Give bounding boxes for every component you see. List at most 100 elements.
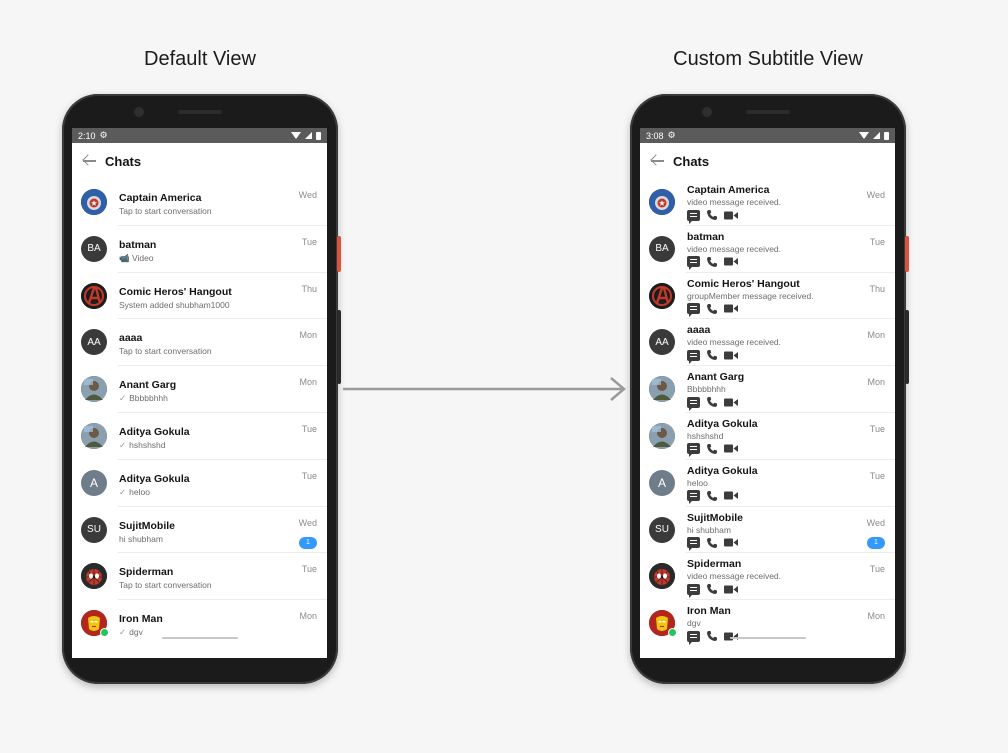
- video-call-icon[interactable]: [724, 491, 738, 500]
- conversation-date: Mon: [299, 377, 317, 388]
- message-icon[interactable]: [687, 209, 700, 224]
- conversation-name: SujitMobile: [119, 519, 175, 532]
- video-call-icon[interactable]: [724, 398, 738, 407]
- conversation-row[interactable]: BA batman 📹 Video Tue: [72, 226, 327, 273]
- conversation-date: Tue: [869, 236, 885, 247]
- action-buttons: [687, 583, 738, 598]
- sent-tick-icon: ✓: [119, 627, 127, 638]
- avatar: BA: [81, 235, 107, 262]
- message-icon[interactable]: [687, 490, 700, 505]
- call-icon[interactable]: [706, 490, 718, 502]
- conversation-row[interactable]: A Aditya Gokula ✓ heloo Tue: [72, 460, 327, 507]
- conversation-row[interactable]: A Aditya Gokula heloo Tue: [640, 460, 895, 507]
- conversation-row[interactable]: Spiderman video message received. Tue: [640, 553, 895, 601]
- avatar: [649, 189, 675, 215]
- call-icon[interactable]: [706, 630, 718, 642]
- video-call-icon[interactable]: [724, 351, 738, 360]
- settings-gear-icon: ⚙: [99, 130, 108, 140]
- call-icon[interactable]: [706, 583, 718, 595]
- avatar: [649, 563, 675, 590]
- conversation-date: Thu: [301, 283, 317, 294]
- conversation-row[interactable]: SU SujitMobile hi shubham Wed 1: [640, 507, 895, 554]
- conversation-row[interactable]: AA aaaa Tap to start conversation Mon: [72, 319, 327, 367]
- conversation-subtitle: ✓ heloo: [119, 487, 150, 498]
- subtitle-text: Bbbbbhhh: [687, 384, 726, 395]
- conversation-subtitle: Tap to start conversation: [119, 206, 212, 216]
- message-icon[interactable]: [687, 630, 700, 645]
- conversation-date: Mon: [867, 330, 885, 341]
- conversation-row[interactable]: AA aaaa video message received. Mon: [640, 319, 895, 367]
- subtitle-text: groupMember message received.: [687, 290, 814, 301]
- call-icon[interactable]: [706, 209, 718, 221]
- conversation-row[interactable]: Iron Man ✓ dgv Mon: [72, 600, 327, 647]
- subtitle-text: video message received.: [687, 337, 782, 348]
- conversation-date: Mon: [299, 330, 317, 341]
- avatar-initials: BA: [87, 243, 101, 255]
- call-icon[interactable]: [706, 303, 718, 315]
- conversation-name: Spiderman: [119, 566, 174, 579]
- conversation-row[interactable]: Aditya Gokula hshshshd Tue: [640, 413, 895, 460]
- page-title: Chats: [105, 153, 142, 169]
- home-indicator[interactable]: [729, 637, 806, 639]
- conversation-row[interactable]: Comic Heros' Hangout System added shubham…: [72, 273, 327, 320]
- conversation-subtitle: hi shubham: [687, 525, 731, 535]
- conversation-date: Tue: [301, 423, 317, 434]
- subtitle-text: 📹 Video: [119, 252, 154, 263]
- conversation-row[interactable]: Comic Heros' Hangout groupMember message …: [640, 273, 895, 320]
- conversation-subtitle: Bbbbbhhh: [687, 384, 726, 394]
- conversation-row[interactable]: Aditya Gokula ✓ hshshshd Tue: [72, 413, 327, 460]
- message-icon[interactable]: [687, 349, 700, 364]
- message-icon[interactable]: [687, 443, 700, 458]
- conversation-name: Aditya Gokula: [687, 464, 758, 477]
- conversation-date: Tue: [869, 564, 885, 575]
- back-arrow-icon[interactable]: [82, 153, 98, 169]
- avatar: [81, 189, 107, 215]
- avatar: AA: [649, 329, 675, 356]
- video-call-icon[interactable]: [724, 538, 738, 547]
- conversation-name: SujitMobile: [687, 511, 743, 524]
- home-indicator[interactable]: [161, 637, 238, 639]
- conversation-list: Captain America video message received. We…: [640, 179, 895, 647]
- conversation-name: Aditya Gokula: [687, 417, 758, 430]
- conversation-row[interactable]: Iron Man dgv Mon: [640, 600, 895, 647]
- video-call-icon[interactable]: [724, 444, 738, 453]
- subtitle-text: System added shubham1000: [119, 299, 230, 310]
- video-call-icon[interactable]: [724, 257, 738, 266]
- conversation-subtitle: hshshshd: [687, 431, 723, 441]
- message-icon[interactable]: [687, 537, 700, 552]
- conversation-row[interactable]: BA batman video message received. Tue: [640, 226, 895, 273]
- subtitle-text: dgv: [687, 618, 701, 629]
- subtitle-text: hi shubham: [687, 524, 731, 535]
- call-icon[interactable]: [706, 349, 718, 361]
- message-icon[interactable]: [687, 396, 700, 411]
- battery-icon: [884, 131, 889, 140]
- conversation-name: Comic Heros' Hangout: [119, 285, 232, 298]
- call-icon[interactable]: [706, 396, 718, 408]
- conversation-row[interactable]: Anant Garg Bbbbbhhh Mon: [640, 366, 895, 413]
- subtitle-text: hi shubham: [119, 533, 163, 544]
- status-time: 3:08: [646, 130, 664, 141]
- conversation-row[interactable]: Anant Garg ✓ Bbbbbhhh Mon: [72, 366, 327, 413]
- custom-subtitle-view-title: Custom Subtitle View: [673, 48, 863, 70]
- conversation-row[interactable]: SU SujitMobile hi shubham Wed 1: [72, 507, 327, 554]
- subtitle-text: video message received.: [687, 197, 782, 207]
- conversation-date: Tue: [301, 236, 317, 247]
- conversation-subtitle: video message received.: [687, 197, 781, 207]
- call-icon[interactable]: [706, 256, 718, 268]
- video-call-icon[interactable]: [724, 304, 738, 313]
- call-icon[interactable]: [706, 537, 718, 549]
- conversation-row[interactable]: Captain America Tap to start conversation…: [72, 179, 327, 226]
- video-call-icon[interactable]: [724, 211, 738, 220]
- back-arrow-icon[interactable]: [650, 153, 666, 169]
- call-icon[interactable]: [706, 443, 718, 455]
- avatar: [649, 422, 675, 449]
- message-icon[interactable]: [687, 583, 700, 598]
- video-call-icon[interactable]: [724, 585, 738, 594]
- message-icon[interactable]: [687, 303, 700, 318]
- conversation-row[interactable]: Spiderman Tap to start conversation Tue: [72, 553, 327, 601]
- conversation-row[interactable]: Captain America video message received. We…: [640, 179, 895, 226]
- conversation-date: Wed: [866, 190, 885, 200]
- unread-count-badge: 1: [299, 536, 317, 549]
- message-icon[interactable]: [687, 256, 700, 271]
- avatar: [81, 563, 107, 590]
